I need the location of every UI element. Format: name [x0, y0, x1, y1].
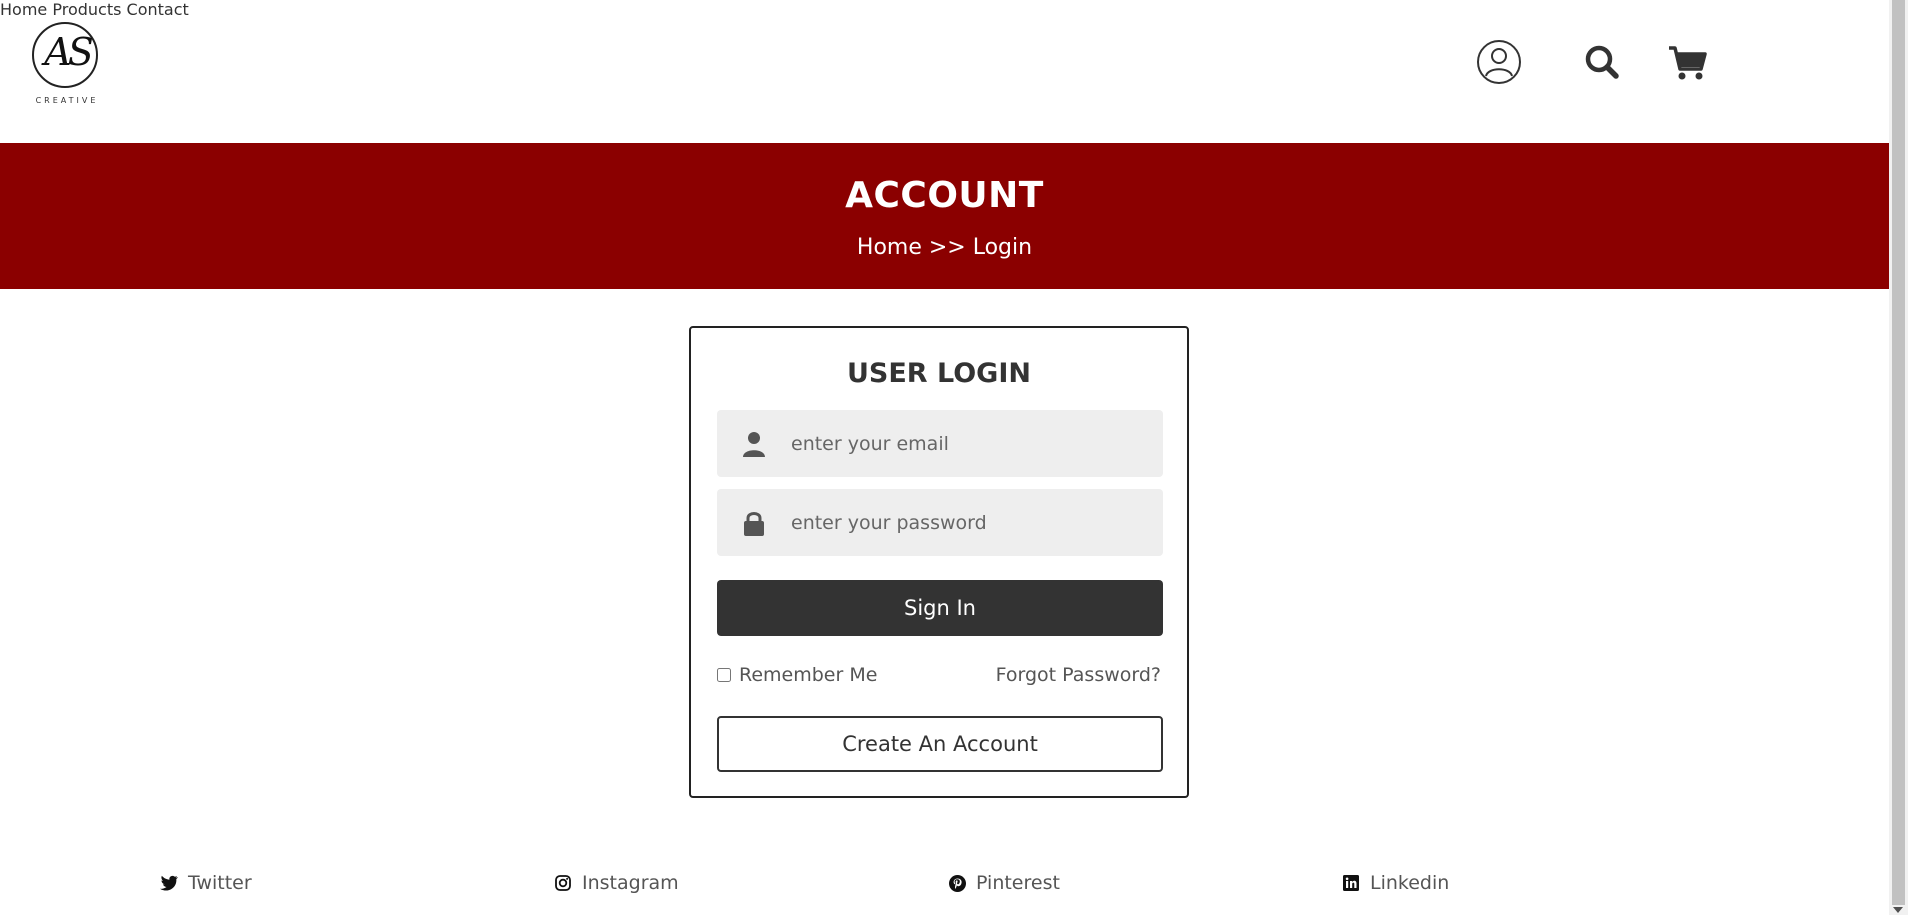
site-header: AS CREATIVE Home Products Contact: [0, 0, 1889, 143]
linkedin-link[interactable]: Linkedin: [1342, 872, 1449, 894]
linkedin-icon: [1342, 874, 1360, 892]
breadcrumb: Home >> Login: [856, 235, 1033, 260]
vertical-scrollbar[interactable]: [1889, 0, 1908, 915]
remember-me-label: Remember Me: [739, 664, 878, 686]
search-icon[interactable]: [1578, 38, 1626, 86]
instagram-link[interactable]: Instagram: [554, 872, 679, 894]
pinterest-link[interactable]: Pinterest: [948, 872, 1060, 894]
main-nav: Home Products Contact: [0, 0, 1889, 19]
forgot-password-link[interactable]: Forgot Password?: [996, 664, 1161, 686]
nav-products-link[interactable]: Products: [52, 0, 121, 19]
lock-icon: [739, 508, 769, 538]
logo-subtitle: CREATIVE: [35, 96, 99, 105]
login-form: USER LOGIN Sign In Remember Me Forgot Pa…: [689, 326, 1189, 798]
user-icon[interactable]: [1475, 38, 1523, 86]
remember-me: Remember Me: [717, 664, 877, 686]
logo-monogram: AS: [44, 30, 93, 74]
page-banner: ACCOUNT Home >> Login: [0, 143, 1889, 289]
scrollbar-thumb[interactable]: [1892, 0, 1905, 905]
sign-in-button[interactable]: Sign In: [717, 580, 1163, 636]
twitter-link[interactable]: Twitter: [160, 872, 252, 894]
cart-icon[interactable]: [1663, 38, 1711, 86]
instagram-label: Instagram: [582, 872, 679, 894]
pinterest-label: Pinterest: [976, 872, 1060, 894]
twitter-label: Twitter: [188, 872, 252, 894]
linkedin-label: Linkedin: [1370, 872, 1450, 894]
password-input[interactable]: [789, 510, 1133, 535]
instagram-icon: [554, 874, 572, 892]
pinterest-icon: [948, 874, 966, 892]
nav-home-link[interactable]: Home: [0, 0, 47, 19]
email-field: [717, 410, 1163, 477]
login-title: USER LOGIN: [846, 358, 1031, 389]
remember-me-checkbox[interactable]: [717, 668, 731, 682]
brand-logo[interactable]: AS CREATIVE: [28, 18, 138, 122]
password-field: [717, 489, 1163, 556]
create-account-button[interactable]: Create An Account: [717, 716, 1163, 772]
user-icon: [739, 429, 769, 459]
scroll-down-arrow-icon[interactable]: [1893, 907, 1903, 913]
page-title: ACCOUNT: [845, 175, 1044, 216]
twitter-icon: [160, 874, 178, 892]
nav-contact-link[interactable]: Contact: [127, 0, 189, 19]
email-input[interactable]: [789, 431, 1133, 456]
